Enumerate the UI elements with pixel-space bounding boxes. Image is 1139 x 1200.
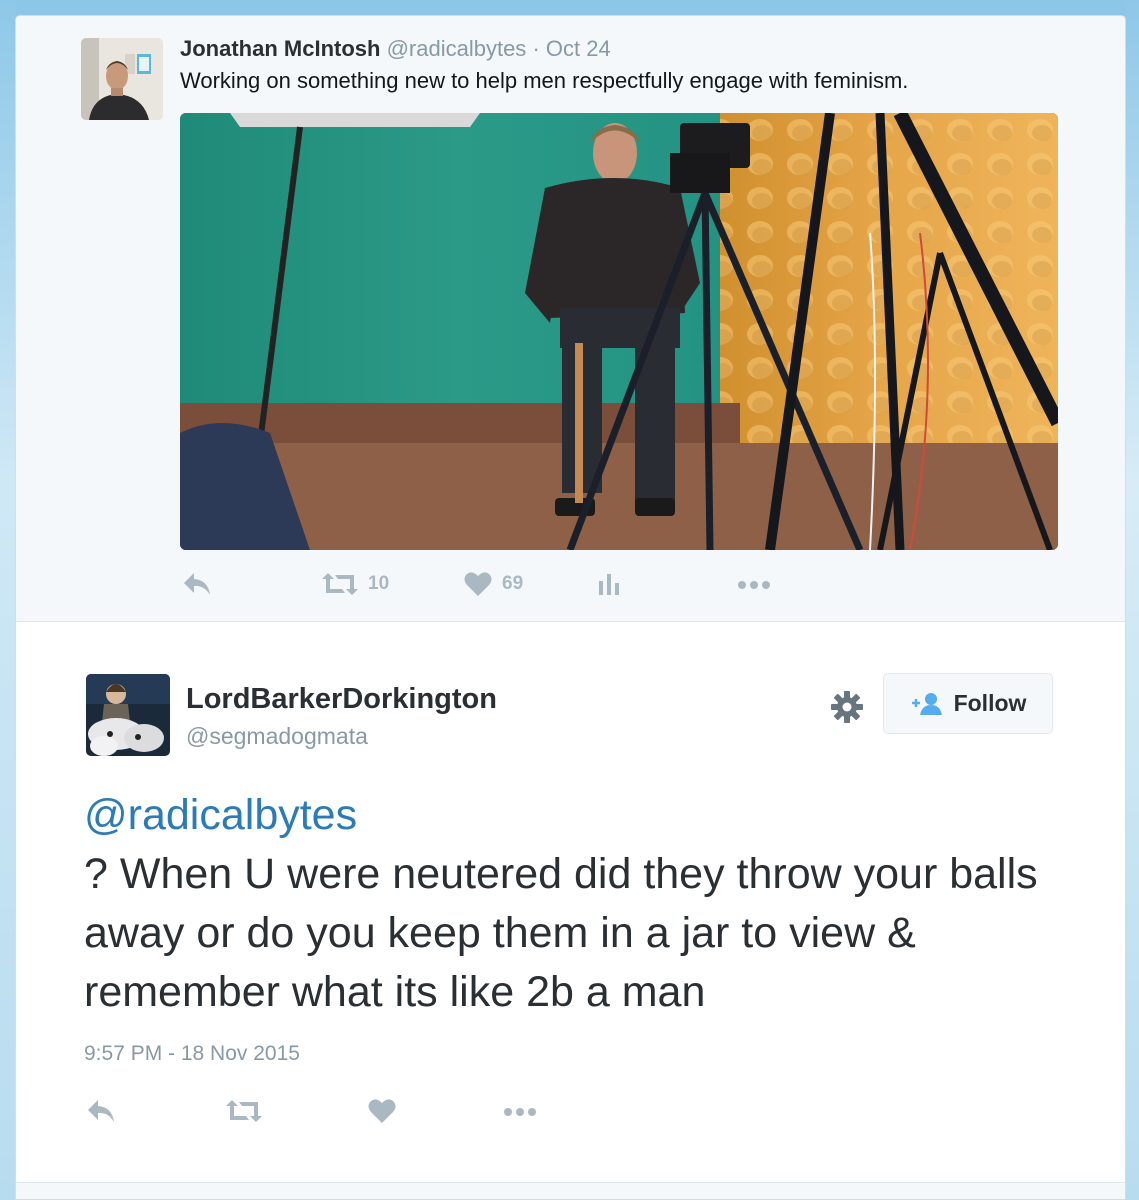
tweet-header: Jonathan McIntosh @radicalbytes · Oct 24 <box>180 36 611 62</box>
retweet-icon <box>322 573 358 595</box>
more-icon <box>738 581 770 589</box>
more-button[interactable] <box>736 571 772 597</box>
avatar[interactable] <box>86 674 170 756</box>
reply-icon <box>184 573 210 595</box>
follow-button[interactable]: Follow <box>883 673 1053 734</box>
retweet-icon <box>226 1100 262 1122</box>
reply-button[interactable] <box>86 1098 116 1124</box>
mention-link[interactable]: @radicalbytes <box>84 786 1084 845</box>
retweet-button[interactable] <box>226 1098 262 1124</box>
analytics-button[interactable] <box>598 571 620 597</box>
tweet-photo[interactable] <box>180 113 1058 550</box>
author-name[interactable]: Jonathan McIntosh <box>180 36 380 61</box>
retweet-button[interactable]: 10 <box>322 571 389 597</box>
reply-icon <box>88 1100 114 1122</box>
more-button[interactable] <box>502 1098 538 1124</box>
tweet-text: Working on something new to help men res… <box>180 68 909 93</box>
tweet-text: ? When U were neutered did they throw yo… <box>84 850 1038 1016</box>
tweet-body: @radicalbytes ? When U were neutered did… <box>84 786 1084 1022</box>
tweet-permalink-card: Jonathan McIntosh @radicalbytes · Oct 24… <box>15 15 1126 1200</box>
heart-icon <box>368 1099 396 1123</box>
like-button[interactable]: 69 <box>464 571 523 597</box>
tweet-timestamp[interactable]: 9:57 PM - 18 Nov 2015 <box>84 1042 300 1066</box>
avatar[interactable] <box>81 38 163 120</box>
replies-divider <box>16 1182 1125 1199</box>
page-background-left <box>0 0 16 1200</box>
follow-person-icon <box>911 692 942 715</box>
author-handle[interactable]: @segmadogmata <box>186 723 368 750</box>
more-icon <box>504 1108 536 1116</box>
author-handle[interactable]: @radicalbytes <box>387 36 527 61</box>
retweet-count: 10 <box>368 573 390 594</box>
follow-label: Follow <box>953 690 1027 716</box>
heart-icon <box>464 572 492 596</box>
like-button[interactable] <box>368 1098 396 1124</box>
user-actions-button[interactable] <box>830 690 864 729</box>
tweet-date[interactable]: Oct 24 <box>546 36 611 61</box>
like-count: 69 <box>502 573 524 594</box>
page-background-top <box>0 0 1139 16</box>
gear-icon <box>831 691 863 723</box>
page-background-right <box>1125 0 1139 1200</box>
separator: · <box>532 36 540 61</box>
analytics-icon <box>599 574 619 595</box>
parent-tweet[interactable]: Jonathan McIntosh @radicalbytes · Oct 24… <box>16 16 1125 622</box>
author-name[interactable]: LordBarkerDorkington <box>186 683 497 716</box>
reply-button[interactable] <box>182 571 212 597</box>
